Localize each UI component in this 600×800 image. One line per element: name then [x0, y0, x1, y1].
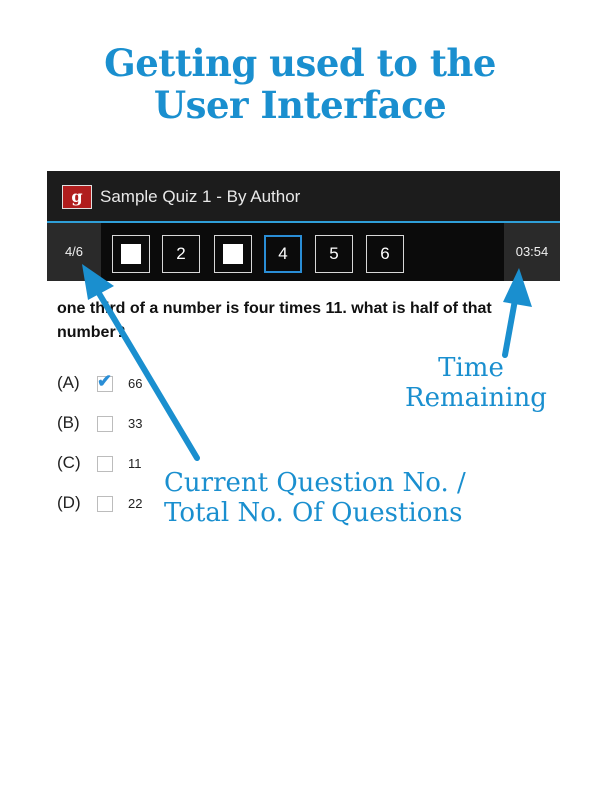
- option-checkbox[interactable]: [97, 496, 113, 512]
- option-letter: (D): [57, 493, 81, 512]
- option-letter: (C): [57, 453, 81, 472]
- question-text: one third of a number is four times 11. …: [57, 300, 492, 341]
- checkmark-icon: ✔: [97, 371, 113, 391]
- question-button-4-current[interactable]: 4: [264, 235, 302, 273]
- option-checkbox-checked[interactable]: ✔: [97, 372, 113, 392]
- option-letter: (B): [57, 413, 80, 432]
- current-question-annotation: Current Question No. / Total No. Of Ques…: [164, 468, 466, 528]
- answered-marker-icon: [121, 244, 141, 264]
- option-checkbox[interactable]: [97, 456, 113, 472]
- option-value: 11: [128, 456, 142, 471]
- question-counter: 4/6: [47, 223, 101, 281]
- annotation-time-line-2: Remaining: [405, 383, 547, 413]
- answered-marker-icon: [223, 244, 243, 264]
- app-logo-icon[interactable]: g: [62, 185, 92, 209]
- option-letter: (A): [57, 373, 80, 392]
- annotation-time-line-1: Time: [438, 353, 504, 383]
- option-value: 33: [128, 416, 143, 431]
- headline: Getting used to the User Interface: [0, 42, 600, 126]
- action-bar: g Sample Quiz 1 - By Author: [47, 171, 560, 223]
- question-button-6[interactable]: 6: [366, 235, 404, 273]
- headline-line-1: Getting used to the: [104, 41, 496, 85]
- annotation-current-line-2: Total No. Of Questions: [164, 498, 463, 528]
- app-title: Sample Quiz 1 - By Author: [100, 187, 301, 206]
- question-button-1[interactable]: [112, 235, 150, 273]
- time-remaining-annotation: Time Remaining: [405, 353, 547, 413]
- headline-line-2: User Interface: [153, 83, 447, 127]
- time-remaining: 03:54: [504, 223, 560, 281]
- question-nav-bar: 4/6 2 4 5 6 03:54: [47, 223, 560, 281]
- option-checkbox[interactable]: [97, 416, 113, 432]
- question-button-5[interactable]: 5: [315, 235, 353, 273]
- annotation-current-line-1: Current Question No. /: [164, 468, 466, 498]
- question-button-3[interactable]: [214, 235, 252, 273]
- question-button-2[interactable]: 2: [162, 235, 200, 273]
- option-value: 22: [128, 496, 143, 511]
- option-value: 66: [128, 376, 143, 391]
